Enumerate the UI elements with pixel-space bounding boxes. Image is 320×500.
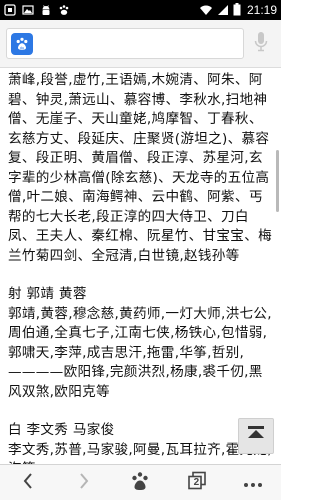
paragraph-tianlong-characters: 萧峰,段誉,虚竹,王语嫣,木婉清、阿朱、阿碧、钟灵,萧远山、慕容博、李秋水,扫地… bbox=[8, 72, 272, 264]
forward-icon bbox=[78, 472, 90, 494]
home-button[interactable] bbox=[120, 468, 160, 498]
back-button[interactable] bbox=[8, 468, 48, 498]
baidu-paw-icon bbox=[129, 470, 151, 496]
baidu-paw-icon[interactable]: du bbox=[11, 32, 33, 55]
tabs-button[interactable]: 2 bbox=[177, 468, 217, 498]
more-icon bbox=[243, 473, 263, 492]
battery-icon bbox=[233, 1, 241, 20]
search-bar: du bbox=[0, 20, 281, 68]
signal-icon bbox=[217, 1, 229, 20]
arrow-up-to-top-icon bbox=[245, 424, 267, 448]
back-icon bbox=[22, 472, 34, 494]
tab-count: 2 bbox=[193, 476, 200, 488]
paragraph-shediao-characters: 郭靖,黄蓉,穆念慈,黄药师,一灯大师,洪七公,周伯通,全真七子,江南七侠,杨铁心… bbox=[8, 305, 272, 400]
status-bar-left bbox=[4, 4, 199, 16]
search-input[interactable] bbox=[39, 29, 243, 58]
heading-she: 射 郭靖 黄蓉 bbox=[8, 286, 87, 302]
status-bar: 21:19 bbox=[0, 0, 281, 20]
page-content: 萧峰,段誉,虚竹,王语嫣,木婉清、阿朱、阿碧、钟灵,萧远山、慕容博、李秋水,扫地… bbox=[0, 68, 281, 464]
search-box[interactable]: du bbox=[6, 28, 244, 59]
paragraph-baima-characters: 李文秀,苏普,马家骏,阿曼,瓦耳拉齐,霍元龙,海等 bbox=[8, 441, 272, 465]
scrollbar[interactable] bbox=[276, 150, 279, 212]
clock: 21:19 bbox=[246, 3, 277, 17]
heading-bai: 白 李文秀 马家俊 bbox=[8, 422, 115, 438]
svg-text:du: du bbox=[20, 44, 24, 49]
microphone-icon bbox=[254, 31, 268, 57]
bottom-toolbar: 2 bbox=[0, 464, 281, 500]
status-bar-right: 21:19 bbox=[199, 1, 277, 20]
forward-button[interactable] bbox=[64, 468, 104, 498]
image-icon bbox=[22, 4, 34, 16]
more-button[interactable] bbox=[233, 468, 273, 498]
notification-icon bbox=[4, 4, 16, 16]
wifi-icon bbox=[199, 1, 213, 20]
android-icon bbox=[40, 4, 52, 16]
baidu-paw-icon bbox=[58, 4, 70, 16]
back-to-top-button[interactable] bbox=[238, 418, 274, 454]
microphone-button[interactable] bbox=[250, 32, 272, 56]
